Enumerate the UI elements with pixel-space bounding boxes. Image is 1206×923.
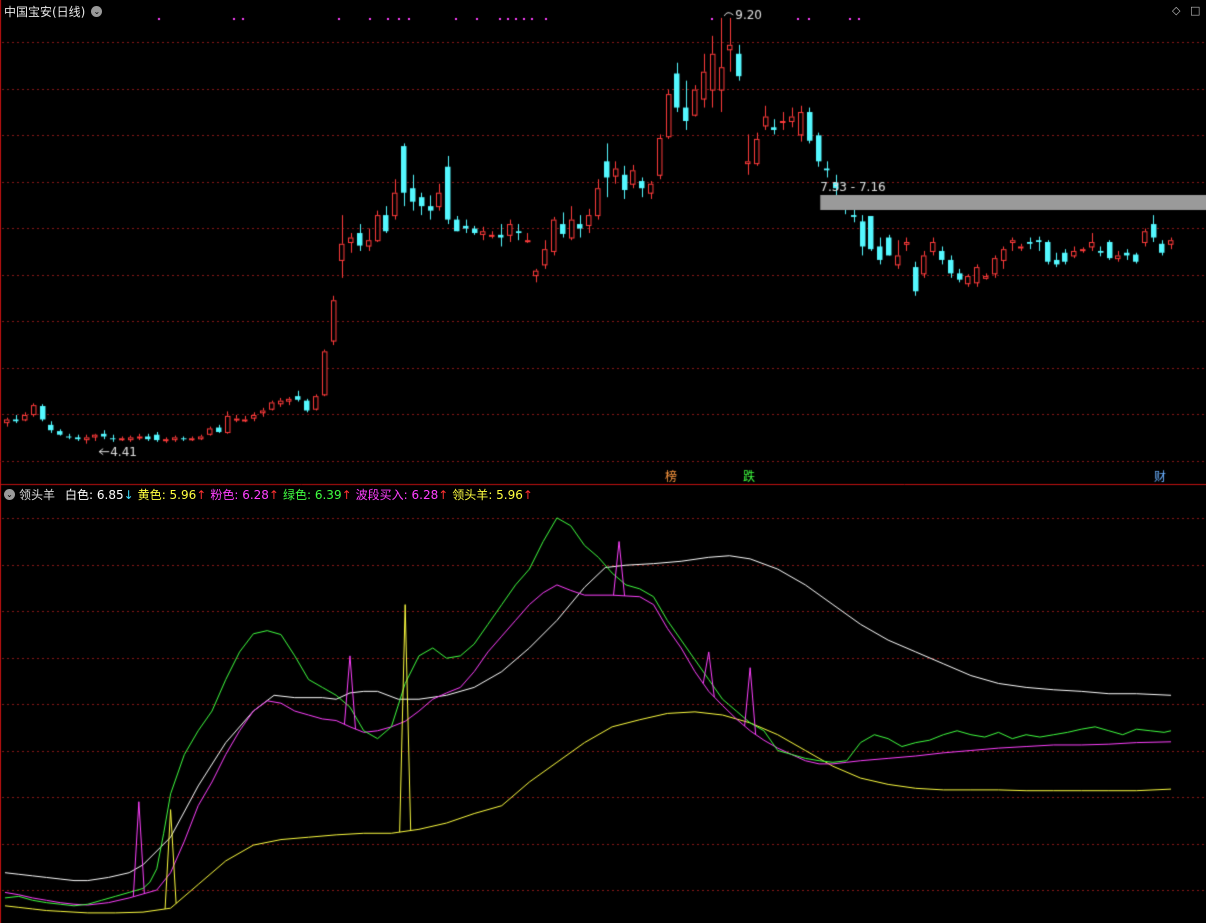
indicator-item-label: 粉色	[210, 487, 235, 502]
chevron-down-icon[interactable]: ⌄	[4, 488, 15, 500]
indicator-item: 黄色: 5.96↑	[137, 487, 207, 502]
indicator-item: 白色: 6.85↓	[65, 487, 134, 502]
indicator-item: 粉色: 6.28↑	[210, 487, 279, 502]
indicator-item: 绿色: 6.39↑	[282, 487, 352, 502]
indicator-name: 领头羊	[19, 487, 56, 502]
indicator-item-label: 绿色	[282, 487, 307, 502]
indicator-item-value: 5.96	[496, 487, 523, 502]
main-chart-header: 中国宝安(日线) ⌄	[4, 3, 103, 19]
arrow-up-icon: ↑	[268, 487, 279, 502]
arrow-up-icon: ↑	[196, 487, 207, 502]
indicator-legend: ⌄ 领头羊 白色: 6.85↓ 黄色: 5.96↑ 粉色: 6.28↑ 绿色: 6.3…	[4, 486, 537, 502]
indicator-item: 波段买入: 6.28↑	[355, 487, 449, 502]
chevron-down-icon[interactable]: ⌄	[91, 5, 103, 17]
indicator-item-value: 6.85	[96, 487, 124, 502]
indicator-item: 领头羊: 5.96↑	[452, 487, 533, 502]
arrow-up-icon: ↑	[438, 487, 449, 502]
close-icon[interactable]: □	[1190, 4, 1200, 17]
indicator-items: 白色: 6.85↓ 黄色: 5.96↑ 粉色: 6.28↑ 绿色: 6.39↑ 波段买入…	[65, 486, 537, 503]
indicator-item-label: 波段买入	[355, 487, 404, 502]
indicator-item-label: 黄色	[137, 487, 162, 502]
stock-title: 中国宝安(日线)	[4, 4, 86, 19]
indicator-item-value: 6.39	[314, 487, 342, 502]
indicator-item-label: 白色	[65, 487, 90, 502]
indicator-item-value: 5.96	[169, 487, 197, 502]
stock-chart-canvas[interactable]	[0, 0, 1206, 923]
arrow-up-icon: ↑	[522, 487, 533, 502]
diamond-icon[interactable]: ◇	[1172, 4, 1180, 17]
arrow-up-icon: ↑	[341, 487, 352, 502]
indicator-item-label: 领头羊	[452, 487, 489, 502]
arrow-down-icon: ↓	[123, 487, 134, 502]
indicator-item-value: 6.28	[411, 487, 439, 502]
indicator-item-value: 6.28	[242, 487, 269, 502]
